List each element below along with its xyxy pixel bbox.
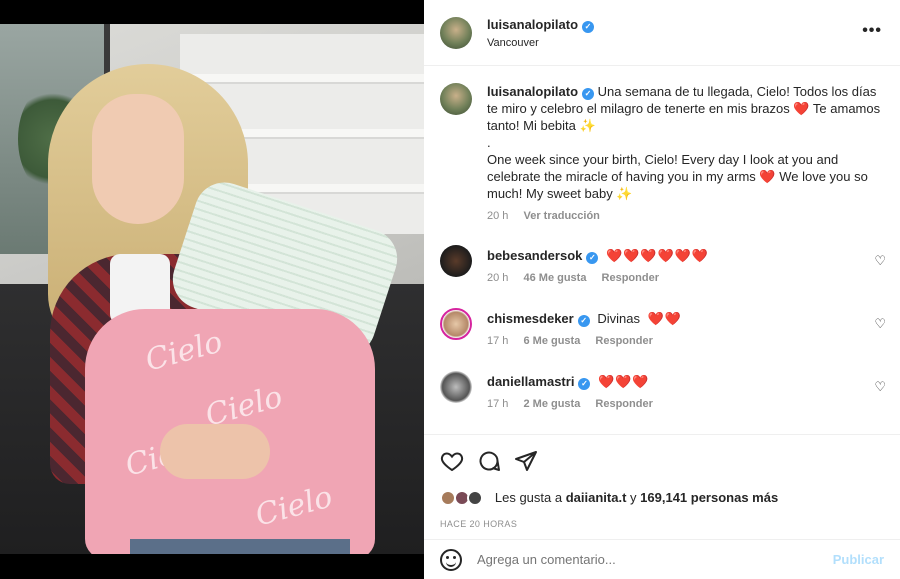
post-side-panel: luisanalopilato ✓ Vancouver ••• luisanalo…: [424, 0, 900, 579]
comment-time: 17 h: [487, 398, 509, 410]
comment-icon[interactable]: [477, 449, 501, 473]
comment-row: chismesdeker ✓ Divinas ❤️❤️: [487, 311, 682, 327]
verified-badge-icon: ✓: [586, 252, 599, 264]
caption-meta: 20 h Ver traducción: [487, 210, 600, 222]
reply-button[interactable]: Responder: [595, 398, 652, 410]
post-actions: Les gusta a daiianita.t y 169,141 person…: [424, 434, 900, 579]
heart-icon[interactable]: [440, 449, 464, 473]
caption-separator: .: [487, 135, 491, 150]
more-options-icon[interactable]: •••: [862, 22, 882, 40]
owner-avatar[interactable]: [440, 17, 472, 49]
comment-likes[interactable]: 2 Me gusta: [523, 398, 580, 410]
owner-username-header[interactable]: luisanalopilato ✓: [487, 17, 595, 33]
commenter-avatar[interactable]: [440, 245, 472, 277]
reply-button[interactable]: Responder: [602, 272, 659, 284]
post-photo[interactable]: Cielo Cielo Cielo Cielo: [0, 24, 424, 554]
photo-jeans: [130, 539, 350, 554]
comment-heart-icon[interactable]: ♡: [874, 253, 886, 269]
comment-row: daniellamastri ✓ ❤️❤️❤️: [487, 374, 650, 390]
photo-mother-face: [92, 94, 184, 224]
post-location[interactable]: Vancouver: [487, 37, 539, 49]
share-icon[interactable]: [514, 449, 538, 473]
translate-link[interactable]: Ver traducción: [523, 210, 599, 222]
comment-username[interactable]: chismesdeker: [487, 311, 574, 326]
comment-text: Divinas: [597, 311, 640, 326]
likes-user[interactable]: daiianita.t: [566, 490, 627, 505]
liker-avatar: [467, 490, 484, 506]
likes-joiner: y: [630, 490, 637, 505]
verified-badge-icon: ✓: [582, 88, 595, 100]
comment-likes[interactable]: 6 Me gusta: [523, 335, 580, 347]
emoji-icon[interactable]: [440, 549, 462, 571]
publish-button[interactable]: Publicar: [833, 552, 884, 567]
comment-meta: 17 h 2 Me gusta Responder: [487, 398, 653, 410]
caption-owner-avatar[interactable]: [440, 83, 472, 115]
likes-prefix: Les gusta a: [494, 490, 563, 505]
post-header: luisanalopilato ✓ Vancouver •••: [424, 0, 900, 66]
post-timestamp: HACE 20 HORAS: [440, 519, 518, 529]
comment-text: ❤️❤️❤️: [598, 374, 650, 389]
comment-username[interactable]: daniellamastri: [487, 374, 574, 389]
comment-heart-icon[interactable]: ♡: [874, 379, 886, 395]
add-comment-bar: Publicar: [424, 539, 900, 579]
verified-badge-icon: ✓: [582, 21, 595, 33]
caption-time: 20 h: [487, 210, 509, 222]
comment-row: bebesandersok ✓ ❤️❤️❤️❤️❤️❤️: [487, 248, 709, 264]
caption-username[interactable]: luisanalopilato: [487, 84, 578, 99]
likes-count[interactable]: 169,141 personas más: [640, 490, 778, 505]
comment-likes[interactable]: 46 Me gusta: [523, 272, 586, 284]
post-caption: luisanalopilato ✓ Una semana de tu llegad…: [487, 83, 887, 202]
reply-button[interactable]: Responder: [595, 335, 652, 347]
comment-meta: 20 h 46 Me gusta Responder: [487, 272, 659, 284]
comment-input[interactable]: [477, 552, 777, 567]
comment-heart-icon[interactable]: ♡: [874, 316, 886, 332]
caption-english: One week since your birth, Cielo! Every …: [487, 152, 868, 201]
comment-time: 20 h: [487, 272, 509, 284]
comment-meta: 17 h 6 Me gusta Responder: [487, 335, 653, 347]
comment-text: ❤️❤️❤️❤️❤️❤️: [606, 248, 710, 263]
photo-arm: [160, 424, 270, 479]
verified-badge-icon: ✓: [577, 315, 590, 327]
instagram-post-modal: Cielo Cielo Cielo Cielo luisanalopilato✓…: [0, 0, 900, 579]
commenter-avatar[interactable]: [440, 308, 472, 340]
verified-badge-icon: ✓: [578, 378, 591, 390]
comment-username[interactable]: bebesandersok: [487, 248, 582, 263]
comment-time: 17 h: [487, 335, 509, 347]
likes-summary: Les gusta a daiianita.t y 169,141 person…: [440, 490, 778, 506]
comment-hearts: ❤️❤️: [647, 311, 682, 326]
commenter-avatar[interactable]: [440, 371, 472, 403]
